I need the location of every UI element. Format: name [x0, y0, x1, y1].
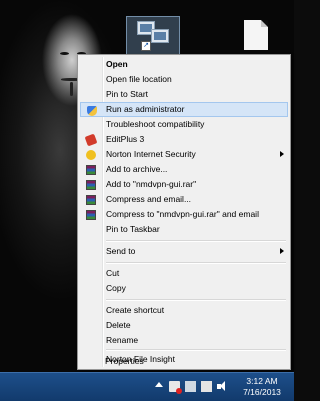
menu-item-send-to[interactable]: Send to [80, 244, 288, 259]
winrar-icon [86, 180, 96, 190]
volume-icon[interactable] [217, 381, 227, 392]
network-icon[interactable] [201, 381, 212, 392]
menu-item-add-to-archive[interactable]: Add to archive... [80, 162, 288, 177]
menu-separator [106, 349, 286, 351]
menu-item-cut[interactable]: Cut [80, 266, 288, 281]
menu-separator [106, 240, 286, 242]
menu-item-label: Troubleshoot compatibility [106, 119, 205, 129]
submenu-arrow-icon [280, 151, 284, 157]
menu-item-pin-to-start[interactable]: Pin to Start [80, 87, 288, 102]
menu-item-label: EditPlus 3 [106, 134, 145, 144]
menu-item-label: Cut [106, 268, 120, 278]
menu-item-copy[interactable]: Copy [80, 281, 288, 296]
taskbar-clock[interactable]: 3:12 AM 7/16/2013 [236, 376, 288, 398]
menu-item-label: Open file location [106, 74, 172, 84]
taskbar: 3:12 AM 7/16/2013 [0, 372, 294, 401]
shortcut-arrow-icon: ↗ [141, 41, 151, 51]
menu-item-delete[interactable]: Delete [80, 318, 288, 333]
monitor-icon [151, 29, 169, 43]
mask-beard [70, 82, 73, 96]
menu-item-label: Send to [106, 246, 136, 256]
menu-item-label: Run as administrator [106, 104, 185, 114]
menu-item-label: Create shortcut [106, 305, 165, 315]
menu-item-rename[interactable]: Rename [80, 333, 288, 348]
menu-item-label: Add to "nmdvpn-gui.rar" [106, 179, 197, 189]
editplus-icon [84, 133, 98, 147]
menu-separator [106, 262, 286, 264]
menu-item-pin-to-taskbar[interactable]: Pin to Taskbar [80, 222, 288, 237]
winrar-icon [86, 195, 96, 205]
mask-left-eye [60, 52, 69, 55]
menu-separator [106, 299, 286, 301]
menu-item-open-file-location[interactable]: Open file location [80, 72, 288, 87]
menu-item-compress-to-rar-and-email[interactable]: Compress to "nmdvpn-gui.rar" and email [80, 207, 288, 222]
menu-item-label: Add to archive... [106, 164, 168, 174]
menu-item-label: Norton Internet Security [106, 149, 196, 159]
menu-item-open[interactable]: Open [80, 57, 288, 72]
menu-item-label: Pin to Taskbar [106, 224, 160, 234]
menu-item-label: Properties [105, 356, 144, 366]
winrar-icon [86, 165, 96, 175]
desktop-file-icon[interactable] [244, 20, 268, 50]
menu-item-properties[interactable]: Properties [79, 354, 287, 369]
menu-item-label: Open [106, 59, 128, 69]
submenu-arrow-icon [280, 248, 284, 254]
tray-app-icon[interactable] [185, 381, 196, 392]
menu-item-create-shortcut[interactable]: Create shortcut [80, 303, 288, 318]
menu-item-norton-internet-security[interactable]: Norton Internet Security [80, 147, 288, 162]
menu-item-add-to-rar[interactable]: Add to "nmdvpn-gui.rar" [80, 177, 288, 192]
menu-item-label: Compress to "nmdvpn-gui.rar" and email [106, 209, 259, 219]
menu-item-label: Copy [106, 283, 126, 293]
context-menu: Open Open file location Pin to Start Run… [77, 54, 291, 370]
menu-item-label: Delete [106, 320, 131, 330]
action-center-flag-icon[interactable] [169, 381, 182, 394]
clock-time: 3:12 AM [246, 376, 278, 386]
menu-item-label: Pin to Start [106, 89, 149, 99]
menu-item-label: Compress and email... [106, 194, 192, 204]
clock-date: 7/16/2013 [243, 387, 281, 397]
menu-item-label: Rename [106, 335, 139, 345]
desktop-shortcut-icon[interactable]: ↗ [126, 16, 180, 58]
uac-shield-icon [87, 106, 97, 116]
menu-item-editplus[interactable]: EditPlus 3 [80, 132, 288, 147]
norton-icon [86, 150, 96, 160]
winrar-icon [86, 210, 96, 220]
show-hidden-icons-icon[interactable] [155, 382, 163, 387]
menu-item-compress-and-email[interactable]: Compress and email... [80, 192, 288, 207]
menu-item-troubleshoot-compatibility[interactable]: Troubleshoot compatibility [80, 117, 288, 132]
menu-item-run-as-administrator[interactable]: Run as administrator [80, 102, 288, 117]
